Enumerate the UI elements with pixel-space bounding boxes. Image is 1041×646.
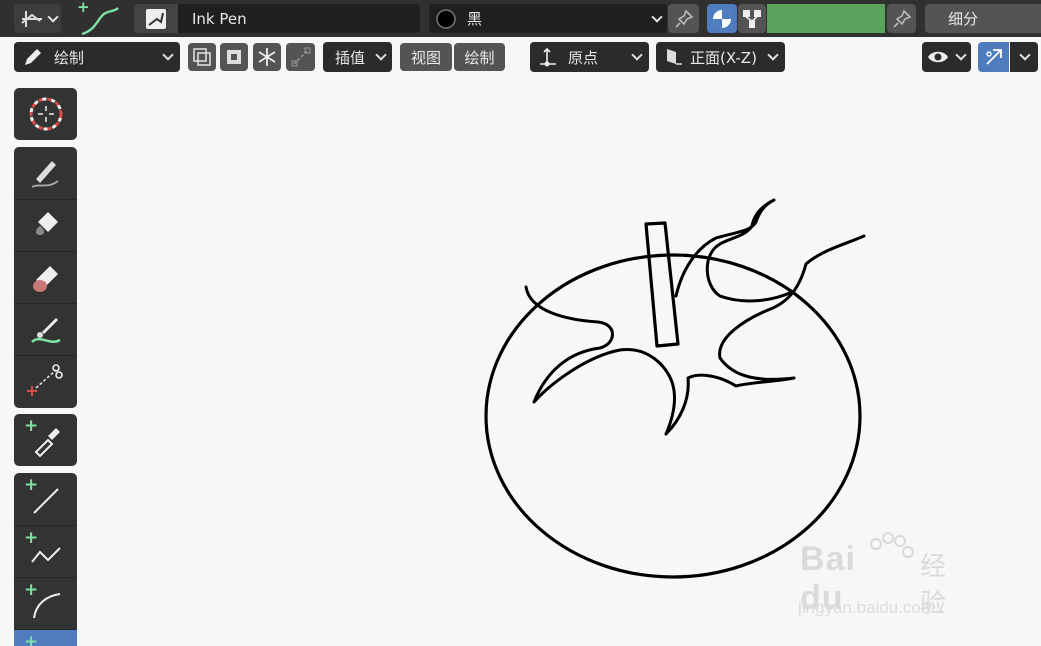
material-selector[interactable]: 黑	[429, 4, 667, 33]
origin-label: 原点	[568, 48, 599, 67]
multiframe-button[interactable]	[188, 43, 216, 71]
chevron-down-icon	[767, 49, 779, 61]
cutter-tool[interactable]	[14, 355, 77, 407]
lock-icon	[227, 50, 241, 64]
toolbar-group-cursor	[14, 88, 77, 140]
chevron-down-icon	[955, 49, 967, 61]
vertex-color-icon	[743, 9, 761, 28]
draw-tool[interactable]	[14, 147, 77, 199]
pencil-icon	[25, 49, 41, 65]
eyedropper-tool[interactable]: +	[14, 414, 77, 466]
chevron-down-icon	[47, 10, 59, 23]
curve-edit-button[interactable]	[286, 43, 315, 71]
draw-pencil-icon	[31, 161, 59, 188]
draw-menu-label: 绘制	[464, 48, 495, 67]
chevron-down-icon	[375, 49, 387, 61]
toolbar-group-paint	[14, 147, 77, 408]
pin-material-button[interactable]	[668, 4, 699, 33]
color-mode-material-button[interactable]	[707, 4, 737, 33]
brush-stroke-preview-icon[interactable]: +	[74, 0, 120, 37]
scissors-icon	[26, 363, 63, 396]
color-mode-vertex-button[interactable]	[738, 4, 766, 33]
mode-label: 绘制	[54, 48, 85, 67]
tint-tool[interactable]	[14, 303, 77, 355]
toolbar-group-sample: +	[14, 414, 77, 466]
view-menu[interactable]: 视图	[400, 43, 452, 71]
eye-icon	[928, 51, 948, 63]
tomato-leaf-right-stroke	[664, 234, 866, 436]
gizmo-options-dropdown[interactable]	[14, 4, 61, 33]
subdivide-label: 细分	[948, 10, 979, 28]
plus-icon: +	[24, 632, 39, 646]
transform-gizmo-icon	[21, 10, 42, 27]
gizmo-toggle-button[interactable]	[978, 42, 1009, 72]
chevron-down-icon	[1019, 49, 1031, 61]
pin-icon	[892, 9, 911, 28]
drawing-plane-selector[interactable]: 正面(X-Z)	[656, 42, 785, 72]
curve-edit-icon	[291, 47, 310, 67]
interpolate-menu[interactable]: 插值	[323, 42, 392, 72]
chevron-down-icon	[651, 10, 663, 23]
brush-icon	[134, 4, 178, 33]
line-tool[interactable]: +	[14, 473, 77, 525]
brush-selector[interactable]: Ink Pen	[134, 4, 420, 33]
plus-icon: +	[24, 580, 39, 600]
material-sphere-icon	[436, 8, 456, 29]
eraser-icon	[32, 265, 58, 292]
chevron-down-icon	[631, 49, 643, 61]
layers-icon	[193, 48, 211, 66]
draw-menu[interactable]: 绘制	[454, 43, 505, 71]
autolock-layers-button[interactable]	[220, 43, 248, 71]
svg-text:+: +	[77, 0, 90, 16]
tomato-stem-stroke	[644, 221, 680, 348]
visibility-overlay-dropdown[interactable]	[922, 42, 971, 72]
snap-button[interactable]	[253, 43, 281, 71]
tint-brush-icon	[30, 317, 61, 343]
axis-label: 正面(X-Z)	[690, 48, 757, 67]
tomato-body-stroke	[484, 253, 862, 579]
plus-icon: +	[24, 528, 39, 548]
interpolate-label: 插值	[335, 48, 366, 67]
mode-selector[interactable]: 绘制	[14, 42, 180, 72]
gizmo-options-dropdown-2[interactable]	[1010, 42, 1038, 72]
plus-icon: +	[24, 416, 39, 436]
viewport-header: 绘制 插值 视图 绘制 原点 正面(X-Z)	[0, 37, 1041, 77]
chevron-down-icon	[162, 49, 174, 61]
fill-tool[interactable]	[14, 199, 77, 251]
snowflake-icon	[258, 48, 276, 66]
tool-header: + Ink Pen 黑 细分	[0, 0, 1041, 37]
brush-name: Ink Pen	[192, 9, 247, 28]
stroke-placement-selector[interactable]: 原点	[530, 42, 649, 72]
plane-icon	[667, 49, 682, 65]
curve-tool[interactable]: +	[14, 629, 77, 646]
polyline-tool[interactable]: +	[14, 525, 77, 577]
vertex-color-swatch[interactable]	[767, 4, 885, 33]
erase-tool[interactable]	[14, 251, 77, 303]
cursor-icon	[29, 97, 62, 131]
baidu-url: jingyan.baidu.com	[798, 598, 936, 617]
tomato-leaf-left-stroke	[524, 285, 676, 436]
origin-icon	[540, 47, 556, 67]
cursor-tool[interactable]	[14, 88, 77, 140]
gizmo-icon	[985, 49, 1002, 65]
view-label: 视图	[410, 48, 441, 67]
pin-color-button[interactable]	[887, 4, 916, 33]
subdivide-button[interactable]: 细分	[925, 4, 1041, 33]
toolbar-group-primitives: + + + +	[14, 473, 77, 646]
tomato-leaf-top-stroke	[674, 198, 794, 303]
material-mode-icon	[713, 9, 731, 28]
plus-icon: +	[24, 475, 39, 495]
pin-icon	[674, 9, 693, 28]
arc-tool[interactable]: +	[14, 577, 77, 629]
fill-bucket-icon	[35, 211, 58, 235]
material-name: 黑	[467, 10, 483, 28]
